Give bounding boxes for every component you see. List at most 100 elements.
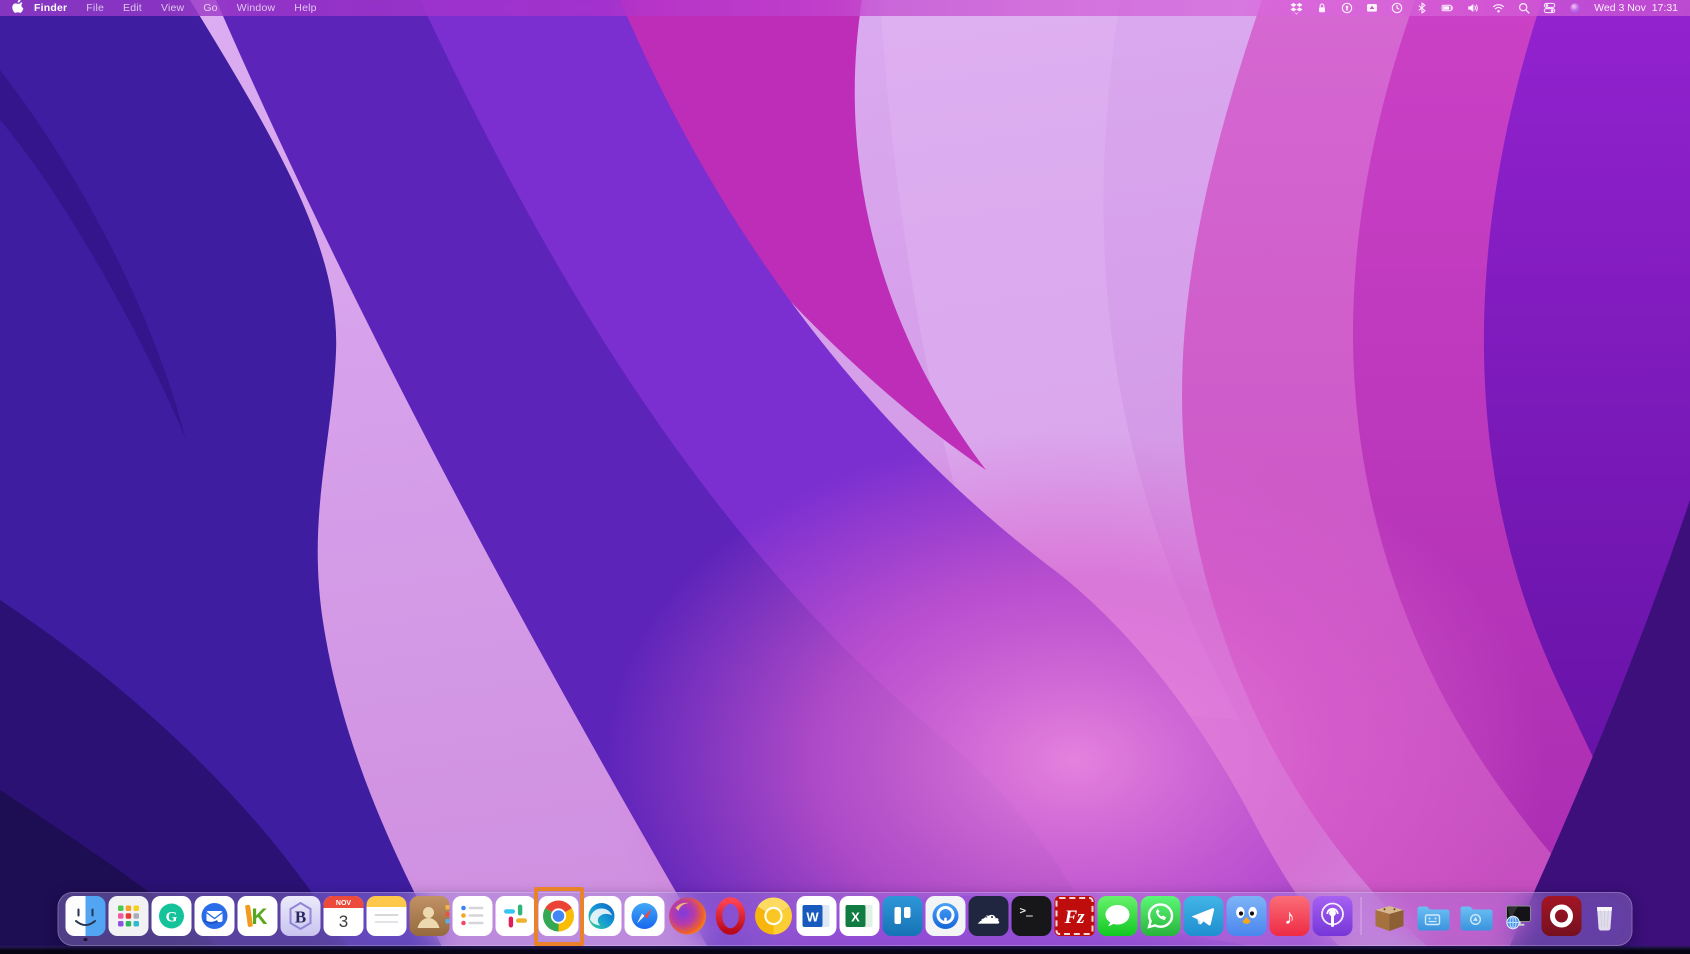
keyhole-icon[interactable]: [1341, 2, 1353, 14]
red-ring-app-icon: [1542, 896, 1582, 936]
music-app-icon: ♪: [1270, 896, 1310, 936]
menu-bar: Finder File Edit View Go Window Help Wed 3 Nov…: [0, 0, 1690, 16]
launchpad-app-icon: [109, 896, 149, 936]
dock-items: G K B NOV3 W X ☁ >_ Fz ♪: [59, 893, 1632, 945]
lock-icon[interactable]: [1316, 2, 1328, 14]
dropbox-icon[interactable]: [1290, 2, 1303, 15]
chrome-app-icon: [539, 896, 579, 936]
contacts-app-icon: [410, 896, 450, 936]
siri-icon[interactable]: [1569, 2, 1581, 14]
dock-item-green-k-app[interactable]: K: [238, 896, 278, 936]
folder-utilities-app-icon: [1413, 896, 1453, 936]
menu-edit[interactable]: Edit: [123, 2, 142, 14]
dock-item-calendar[interactable]: NOV3: [324, 896, 364, 936]
svg-text:B: B: [295, 908, 306, 927]
bird-app-icon: [1227, 896, 1267, 936]
whatsapp-app-icon: [1141, 896, 1181, 936]
k-app-app-icon: K: [238, 896, 278, 936]
apple-icon: [12, 0, 24, 18]
dock-item-slack[interactable]: [496, 896, 536, 936]
svg-text:NOV: NOV: [336, 900, 352, 907]
menu-window[interactable]: Window: [237, 2, 276, 14]
svg-text:X: X: [851, 910, 860, 925]
dock-item-launchpad[interactable]: [109, 896, 149, 936]
svg-text:W: W: [806, 910, 819, 925]
dock-item-firefox[interactable]: [668, 896, 708, 936]
apple-menu[interactable]: [12, 0, 24, 18]
calendar-app-icon: NOV3: [324, 896, 364, 936]
svg-text:G: G: [166, 910, 178, 926]
trash-app-icon: [1585, 896, 1625, 936]
notes-app-icon: [367, 896, 407, 936]
svg-text:☁: ☁: [977, 903, 1001, 930]
svg-text:K: K: [252, 904, 268, 929]
dock-item-utilities-folder[interactable]: [1413, 896, 1453, 936]
desktop-screen: Finder File Edit View Go Window Help Wed 3 Nov…: [0, 0, 1690, 954]
dock-item-bird-app[interactable]: [1227, 896, 1267, 936]
dock-item-filezilla[interactable]: Fz: [1055, 896, 1095, 936]
dock-item-cloud-app[interactable]: ☁: [969, 896, 1009, 936]
menu-file[interactable]: File: [86, 2, 104, 14]
control-center-icon[interactable]: [1543, 2, 1556, 14]
onepassword-app-icon: [926, 896, 966, 936]
dock-item-opera[interactable]: [711, 896, 751, 936]
cloud-app-app-icon: ☁: [969, 896, 1009, 936]
battery-icon[interactable]: [1441, 2, 1454, 14]
dock-item-red-ring-app[interactable]: [1542, 896, 1582, 936]
opera-app-icon: [711, 896, 751, 936]
display-mirroring-icon[interactable]: [1366, 2, 1378, 14]
dock-item-thunderbird[interactable]: [195, 896, 235, 936]
dock-item-telegram[interactable]: [1184, 896, 1224, 936]
dock-item-contacts[interactable]: [410, 896, 450, 936]
menu-bar-left: Finder File Edit View Go Window Help: [12, 0, 317, 18]
dock-item-podcasts[interactable]: [1313, 896, 1353, 936]
dock-item-finder[interactable]: [66, 896, 106, 941]
thunderbird-app-icon: [195, 896, 235, 936]
filezilla-app-icon: Fz: [1055, 896, 1095, 936]
bluetooth-icon[interactable]: [1416, 2, 1428, 14]
dock-item-trello[interactable]: [883, 896, 923, 936]
dock-item-b-app[interactable]: B: [281, 896, 321, 936]
dock-item-google-chrome[interactable]: [539, 896, 579, 936]
menu-help[interactable]: Help: [294, 2, 316, 14]
status-icons: [1290, 2, 1581, 15]
dock-item-safari[interactable]: [625, 896, 665, 936]
dock-item-microsoft-word[interactable]: W: [797, 896, 837, 936]
box-app-icon: [1370, 896, 1410, 936]
dock-item-network-display[interactable]: [1499, 896, 1539, 936]
dock-item-terminal[interactable]: >_: [1012, 896, 1052, 936]
dock-item-documents-folder[interactable]: [1456, 896, 1496, 936]
messages-app-icon: [1098, 896, 1138, 936]
screen-bottom-edge: [0, 946, 1690, 954]
menu-finder[interactable]: Finder: [34, 2, 67, 14]
dock-item-1password[interactable]: [926, 896, 966, 936]
podcasts-app-icon: [1313, 896, 1353, 936]
dock-item-microsoft-excel[interactable]: X: [840, 896, 880, 936]
dock-item-notes[interactable]: [367, 896, 407, 936]
folder-docs-app-icon: [1456, 896, 1496, 936]
menu-go[interactable]: Go: [203, 2, 217, 14]
grammarly-app-icon: G: [152, 896, 192, 936]
dock-item-microsoft-edge[interactable]: [582, 896, 622, 936]
word-app-icon: W: [797, 896, 837, 936]
dock-item-trash[interactable]: [1585, 896, 1625, 936]
time-machine-icon[interactable]: [1391, 2, 1403, 14]
dock-item-chrome-canary[interactable]: [754, 896, 794, 936]
dock-item-messages[interactable]: [1098, 896, 1138, 936]
dock-item-music[interactable]: ♪: [1270, 896, 1310, 936]
menu-view[interactable]: View: [161, 2, 184, 14]
reminders-app-icon: [453, 896, 493, 936]
svg-text:Fz: Fz: [1063, 907, 1085, 928]
dock-item-archive-box[interactable]: [1370, 896, 1410, 936]
volume-icon[interactable]: [1467, 2, 1479, 14]
wifi-icon[interactable]: [1492, 2, 1505, 14]
dock-item-grammarly[interactable]: G: [152, 896, 192, 936]
spotlight-search-icon[interactable]: [1518, 2, 1530, 14]
slack-app-icon: [496, 896, 536, 936]
edge-app-icon: [582, 896, 622, 936]
dock-item-reminders[interactable]: [453, 896, 493, 936]
dock-item-whatsapp[interactable]: [1141, 896, 1181, 936]
network-display-app-icon: [1499, 896, 1539, 936]
trello-app-icon: [883, 896, 923, 936]
menu-bar-clock[interactable]: Wed 3 Nov 17:31: [1594, 2, 1678, 14]
